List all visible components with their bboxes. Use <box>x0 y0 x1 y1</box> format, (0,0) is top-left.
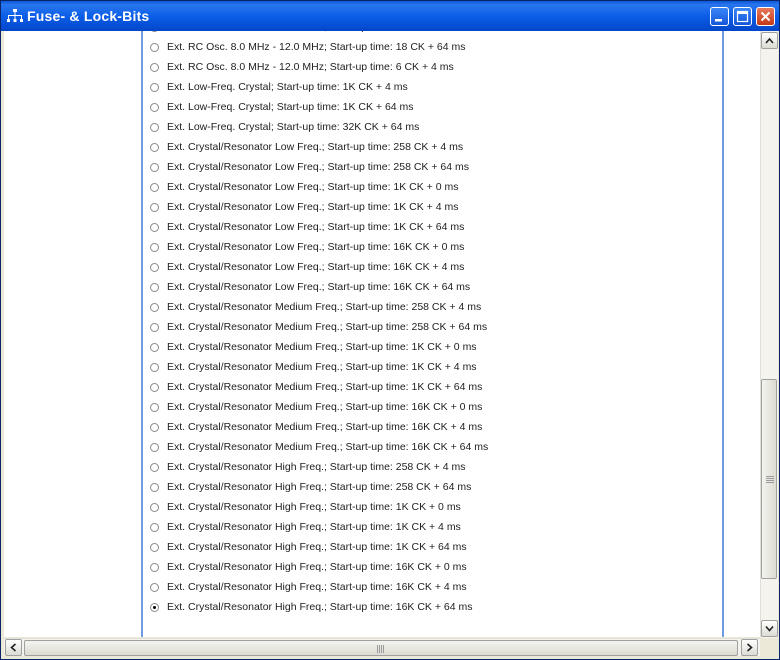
clock-option-label: Ext. Crystal/Resonator High Freq.; Start… <box>167 521 461 533</box>
radio-button[interactable] <box>150 323 159 332</box>
maximize-icon <box>736 10 749 23</box>
radio-button[interactable] <box>150 183 159 192</box>
radio-button[interactable] <box>150 483 159 492</box>
scroll-up-button[interactable] <box>761 32 778 49</box>
radio-button[interactable] <box>150 263 159 272</box>
radio-button[interactable] <box>150 563 159 572</box>
clock-option-label: Ext. Crystal/Resonator Medium Freq.; Sta… <box>167 401 483 413</box>
clock-option-label: Ext. Crystal/Resonator Low Freq.; Start-… <box>167 261 465 273</box>
chevron-down-icon <box>765 625 774 632</box>
maximize-button[interactable] <box>733 7 752 26</box>
radio-button[interactable] <box>150 583 159 592</box>
clock-option-label: Ext. Crystal/Resonator Medium Freq.; Sta… <box>167 421 483 433</box>
scroll-left-button[interactable] <box>5 639 22 656</box>
vertical-scrollbar[interactable] <box>760 31 778 638</box>
radio-button[interactable] <box>150 243 159 252</box>
clock-option-label: Ext. Crystal/Resonator Low Freq.; Start-… <box>167 201 459 213</box>
clock-option-label: Ext. Crystal/Resonator Low Freq.; Start-… <box>167 281 471 293</box>
horizontal-scrollbar[interactable] <box>4 638 760 656</box>
scroll-right-button[interactable] <box>741 639 758 656</box>
radio-button-checked[interactable] <box>150 603 159 612</box>
clock-option-label: Ext. Crystal/Resonator High Freq.; Start… <box>167 561 467 573</box>
scroll-down-button[interactable] <box>761 620 778 637</box>
fuse-lock-bits-window: Fuse- & Lock-Bits Ext. RC Osc. 8.0 MHz -… <box>0 0 780 660</box>
chevron-up-icon <box>765 37 774 44</box>
clock-option-label: Ext. Crystal/Resonator High Freq.; Start… <box>167 581 467 593</box>
clock-option-label: Ext. Crystal/Resonator Low Freq.; Start-… <box>167 161 469 173</box>
minimize-button[interactable] <box>710 7 729 26</box>
clock-option-label: Ext. Crystal/Resonator High Freq.; Start… <box>167 481 472 493</box>
radio-button[interactable] <box>150 43 159 52</box>
clock-option-label: Ext. Crystal/Resonator Low Freq.; Start-… <box>167 241 465 253</box>
clock-option-label: Ext. Crystal/Resonator Low Freq.; Start-… <box>167 221 465 233</box>
radio-button[interactable] <box>150 303 159 312</box>
radio-button[interactable] <box>150 463 159 472</box>
radio-button[interactable] <box>150 523 159 532</box>
radio-button[interactable] <box>150 163 159 172</box>
network-tree-icon <box>7 9 23 22</box>
radio-button[interactable] <box>150 63 159 72</box>
radio-button[interactable] <box>150 223 159 232</box>
radio-button[interactable] <box>150 283 159 292</box>
clock-option-label: Ext. Crystal/Resonator Medium Freq.; Sta… <box>167 381 483 393</box>
close-button[interactable] <box>756 7 775 26</box>
clock-option-label: Ext. RC Osc. 8.0 MHz - 12.0 MHz; Start-u… <box>167 41 466 53</box>
clock-option-label: Ext. Crystal/Resonator Low Freq.; Start-… <box>167 181 459 193</box>
chevron-left-icon <box>10 643 17 652</box>
radio-button[interactable] <box>150 203 159 212</box>
options-client-area: Ext. RC Osc. 8.0 MHz - 12.0 MHz; Start-u… <box>4 31 760 637</box>
clock-option-label: Ext. Low-Freq. Crystal; Start-up time: 1… <box>167 101 414 113</box>
radio-button[interactable] <box>150 543 159 552</box>
vertical-scroll-thumb[interactable] <box>761 379 777 579</box>
clock-option-label: Ext. Low-Freq. Crystal; Start-up time: 3… <box>167 121 420 133</box>
radio-button[interactable] <box>150 143 159 152</box>
window-title: Fuse- & Lock-Bits <box>27 8 150 24</box>
radio-button[interactable] <box>150 503 159 512</box>
clock-option-label: Ext. Crystal/Resonator Medium Freq.; Sta… <box>167 361 477 373</box>
clock-option-label: Ext. Crystal/Resonator High Freq.; Start… <box>167 601 473 613</box>
clock-option-label: Ext. Crystal/Resonator Medium Freq.; Sta… <box>167 341 477 353</box>
clock-option-label: Ext. Crystal/Resonator Medium Freq.; Sta… <box>167 441 489 453</box>
radio-button[interactable] <box>150 103 159 112</box>
clock-option-label: Ext. Crystal/Resonator High Freq.; Start… <box>167 501 461 513</box>
radio-button[interactable] <box>150 443 159 452</box>
minimize-icon <box>715 19 722 22</box>
chevron-right-icon <box>746 643 753 652</box>
radio-button[interactable] <box>150 123 159 132</box>
clock-option-label: Ext. RC Osc. 8.0 MHz - 12.0 MHz; Start-u… <box>167 31 460 33</box>
radio-button[interactable] <box>150 383 159 392</box>
horizontal-scroll-thumb[interactable] <box>24 640 738 656</box>
radio-button[interactable] <box>150 83 159 92</box>
scrollbar-corner <box>760 638 778 656</box>
radio-button[interactable] <box>150 343 159 352</box>
radio-button[interactable] <box>150 403 159 412</box>
clock-option-label: Ext. Low-Freq. Crystal; Start-up time: 1… <box>167 81 408 93</box>
clock-option-label: Ext. Crystal/Resonator High Freq.; Start… <box>167 461 466 473</box>
radio-button[interactable] <box>150 363 159 372</box>
clock-option-label: Ext. Crystal/Resonator Low Freq.; Start-… <box>167 141 464 153</box>
clock-option-label: Ext. Crystal/Resonator High Freq.; Start… <box>167 541 467 553</box>
title-bar[interactable]: Fuse- & Lock-Bits <box>1 1 779 31</box>
clock-option-label: Ext. Crystal/Resonator Medium Freq.; Sta… <box>167 321 488 333</box>
clock-option-label: Ext. RC Osc. 8.0 MHz - 12.0 MHz; Start-u… <box>167 61 454 73</box>
close-icon <box>760 11 771 22</box>
radio-button[interactable] <box>150 423 159 432</box>
clock-option-label: Ext. Crystal/Resonator Medium Freq.; Sta… <box>167 301 482 313</box>
